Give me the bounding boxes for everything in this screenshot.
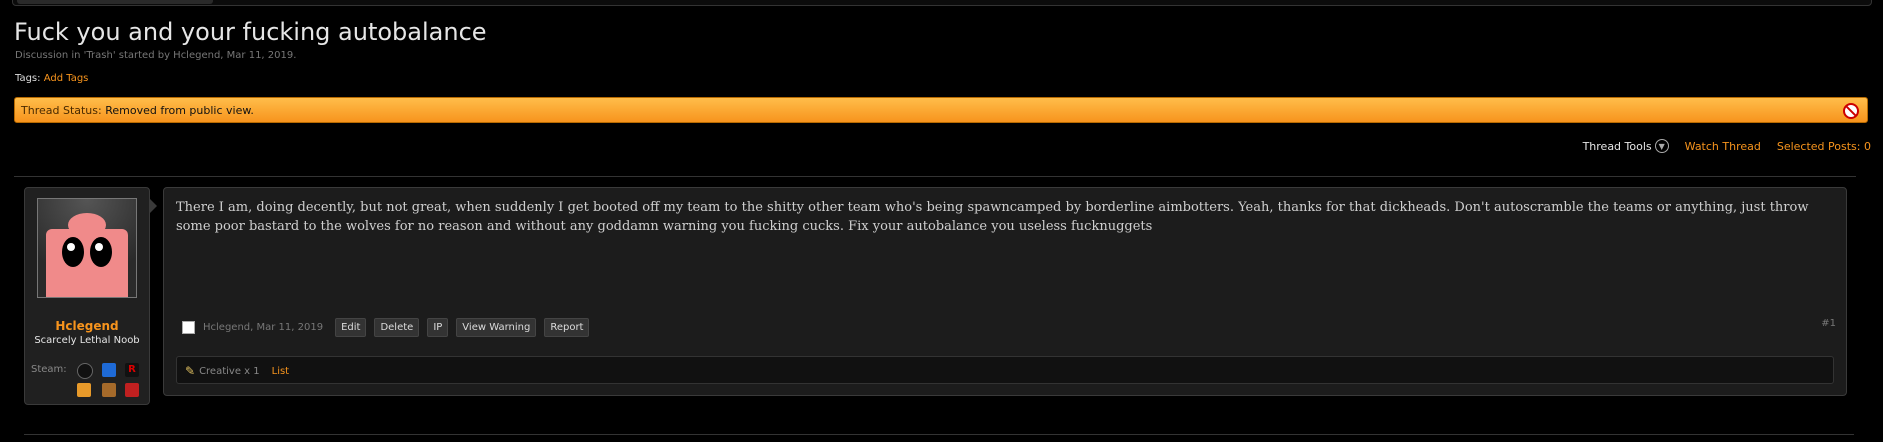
rating-list-link[interactable]: List — [272, 366, 289, 377]
selected-posts-link[interactable]: Selected Posts: 0 — [1777, 140, 1871, 153]
rating-summary: ✎ Creative x 1 List — [185, 364, 289, 378]
panel-arrow — [149, 198, 157, 214]
edit-button[interactable]: Edit — [335, 318, 367, 337]
steam-icon[interactable] — [77, 363, 93, 379]
battlenet-icon[interactable] — [102, 363, 116, 377]
divider — [14, 176, 1856, 177]
view-warning-button[interactable]: View Warning — [456, 318, 537, 337]
removed-icon — [1843, 103, 1859, 119]
thread-tools-bar: Thread Tools ▼ Watch Thread Selected Post… — [1583, 139, 1871, 153]
top-nav-bar — [12, 0, 1872, 6]
username[interactable]: Hclegend — [25, 319, 149, 333]
rating-label: Creative x 1 — [199, 365, 260, 377]
add-tags-link[interactable]: Add Tags — [44, 73, 89, 84]
thread-status-value: Removed from public view. — [105, 104, 254, 117]
post-message: There I am, doing decently, but not grea… — [176, 200, 1809, 234]
select-post-checkbox[interactable] — [182, 321, 195, 334]
post-meta-bar: Hclegend, Mar 11, 2019 Edit Delete IP Vi… — [182, 318, 590, 337]
thread-description: Discussion in 'Trash' started by Hclegen… — [15, 50, 297, 61]
top-nav-tab[interactable] — [17, 0, 213, 4]
paintbrush-icon: ✎ — [185, 364, 196, 378]
tags-row: Tags: Add Tags — [15, 73, 88, 84]
avatar[interactable] — [37, 198, 137, 298]
ip-button[interactable]: IP — [427, 318, 449, 337]
thread-tools-dropdown[interactable]: Thread Tools ▼ — [1583, 139, 1669, 153]
watch-thread-link[interactable]: Watch Thread — [1685, 140, 1761, 153]
tf2-icon[interactable] — [77, 383, 91, 397]
divider-bottom — [24, 434, 1854, 435]
post-author-date[interactable]: Hclegend, Mar 11, 2019 — [203, 322, 323, 333]
post-container: There I am, doing decently, but not grea… — [163, 187, 1847, 396]
user-title: Scarcely Lethal Noob — [34, 335, 140, 346]
page-title: Fuck you and your fucking autobalance — [14, 18, 487, 46]
user-info-panel: Hclegend Scarcely Lethal Noob Steam: R — [24, 187, 157, 405]
dota-icon[interactable] — [125, 383, 139, 397]
thread-status-bar: Thread Status: Removed from public view. — [14, 97, 1868, 123]
report-button[interactable]: Report — [544, 318, 590, 337]
roblox-icon[interactable]: R — [125, 363, 139, 377]
ratings-bar: ✎ Creative x 1 List — [176, 356, 1834, 384]
post-number[interactable]: #1 — [1821, 318, 1836, 329]
thread-status-label: Thread Status: — [21, 104, 102, 117]
tags-label: Tags: — [15, 73, 41, 84]
delete-button[interactable]: Delete — [374, 318, 420, 337]
chevron-down-icon: ▼ — [1654, 139, 1669, 153]
thread-status-text: Thread Status: Removed from public view. — [21, 104, 254, 117]
thread-tools-label: Thread Tools — [1582, 139, 1652, 153]
game-icon[interactable] — [102, 383, 116, 397]
steam-label: Steam: — [31, 364, 67, 375]
